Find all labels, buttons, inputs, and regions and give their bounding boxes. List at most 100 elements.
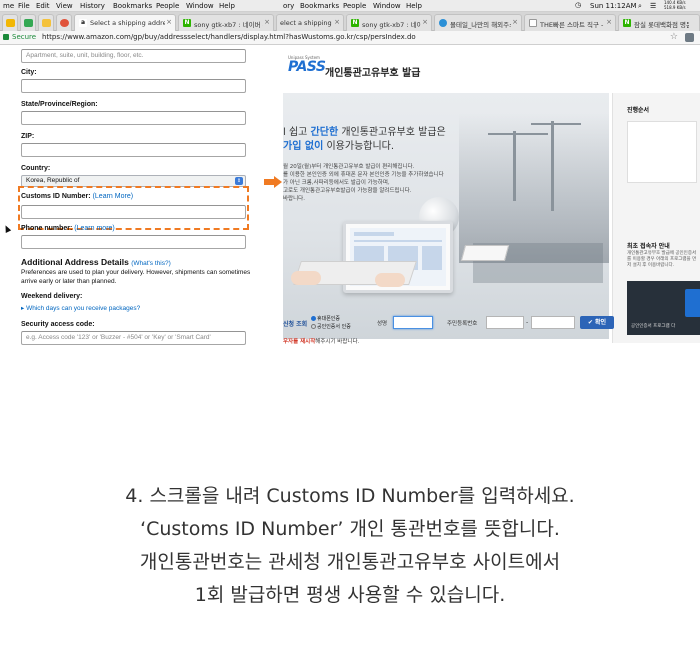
customs-id-input[interactable]	[21, 205, 246, 219]
tab-label: elect a shipping addr	[280, 19, 333, 27]
tab-select-shipping-address[interactable]: a Select a shipping address ×	[74, 14, 176, 31]
tab-label: 몰테일_나만의 해외주소드	[450, 21, 511, 29]
naver-icon: N	[623, 19, 631, 27]
amazon-address-form: Apartment, suite, unit, building, floor,…	[0, 45, 265, 357]
secure-label: Secure	[12, 33, 37, 41]
mac-menubar: me File Edit View History Bookmarks Peop…	[0, 0, 700, 12]
naver-icon: N	[351, 19, 359, 27]
menu-edit[interactable]: Edit	[36, 2, 50, 10]
step-order-title: 진행순서	[627, 107, 650, 114]
search-title: 신청 조회	[283, 321, 308, 328]
tab-naver-search[interactable]: N sony gtk-xb7 : 네이버 통합검색 ×	[178, 14, 274, 31]
first-visitor-text: 개인통관고유부호 발급에 공인인증서를 이용할 경우 아래의 프로그램을 먼저 …	[627, 251, 697, 268]
weekend-days-link[interactable]: ▸ Which days can you receive packages?	[21, 304, 140, 312]
address-line2-input[interactable]: Apartment, suite, unit, building, floor,…	[21, 49, 246, 63]
list-icon[interactable]: ☰	[650, 2, 656, 10]
additional-details-heading: Additional Address Details (What's this?…	[21, 257, 171, 267]
menu-help-2[interactable]: Help	[406, 2, 422, 10]
pinned-tab-folder[interactable]	[38, 14, 54, 31]
phone-input[interactable]	[21, 235, 246, 249]
step-order-card[interactable]	[627, 121, 697, 183]
unipass-site: Unipass System PASS 개인통관고유부호 발급 l 쉽고 간단한…	[283, 45, 700, 357]
tab-label: THE빠른 스마트 직구 - ©	[540, 21, 605, 29]
google-drive-icon	[24, 19, 33, 27]
close-icon[interactable]: ×	[334, 18, 340, 26]
pinned-tab-gdrive[interactable]	[20, 14, 36, 31]
document-icon	[529, 19, 537, 27]
additional-details-title: Additional Address Details	[21, 257, 129, 267]
select-arrow-icon: ⇕	[235, 177, 243, 185]
extension-icon[interactable]	[685, 33, 694, 42]
tab-label: 잠실 롯데백화점 명문주스	[634, 21, 689, 29]
tab-lotte-department[interactable]: N 잠실 롯데백화점 명문주스	[618, 14, 700, 31]
close-icon[interactable]: ×	[512, 18, 518, 26]
phone-label-text: Phone number:	[21, 225, 73, 232]
menu-file[interactable]: File	[18, 2, 30, 10]
radio-cert[interactable]: 공인인증서 인증	[311, 323, 351, 330]
menu-history[interactable]: History	[80, 2, 105, 10]
screenshot-root: me File Edit View History Bookmarks Peop…	[0, 0, 700, 669]
state-label: State/Province/Region:	[21, 101, 98, 108]
close-icon[interactable]: ×	[264, 18, 270, 26]
instruction-caption: 4. 스크롤을 내려 Customs ID Number를 입력하세요. ‘Cu…	[0, 480, 700, 612]
site-title: 개인통관고유부호 발급	[325, 68, 421, 79]
cert-program-banner[interactable]: 공인인증서 프로그램 다	[627, 281, 700, 335]
menu-view[interactable]: View	[56, 2, 73, 10]
bookmark-star-icon[interactable]: ☆	[670, 32, 678, 42]
resident-id-back-input[interactable]	[531, 316, 575, 329]
unipass-logo[interactable]: PASS	[288, 59, 326, 75]
tab-maltail[interactable]: 몰테일_나만의 해외주소드 ×	[434, 14, 522, 31]
pinned-tab-chrome[interactable]	[56, 14, 72, 31]
menu-bookmarks-2[interactable]: Bookmarks	[300, 2, 339, 10]
confirm-button[interactable]: ✔ 확인	[580, 316, 614, 329]
phone-learn-more-link[interactable]: (Learn more)	[74, 225, 114, 232]
radio-phone[interactable]: 휴대폰인증	[311, 315, 340, 322]
zip-input[interactable]	[21, 143, 246, 157]
close-icon[interactable]: ×	[166, 18, 172, 26]
tab-smart-direct[interactable]: THE빠른 스마트 직구 - © ×	[524, 14, 616, 31]
chrome-icon	[60, 19, 69, 27]
tab-select-shipping-address-2[interactable]: elect a shipping addr ×	[276, 14, 344, 31]
menu-help[interactable]: Help	[219, 2, 235, 10]
crane-mast-2	[551, 121, 554, 211]
clock[interactable]: Sun 11:12AM	[590, 2, 637, 10]
customs-learn-more-link[interactable]: (Learn More)	[93, 193, 133, 200]
arrow-right-icon	[264, 176, 282, 188]
browser-tab-strip: a Select a shipping address × N sony gtk…	[0, 12, 700, 31]
mouse-cursor-icon	[2, 224, 12, 233]
menu-window-2[interactable]: Window	[373, 2, 401, 10]
address-bar[interactable]: Secure https://www.amazon.com/gp/buy/add…	[0, 31, 700, 45]
menu-people-2[interactable]: People	[343, 2, 366, 10]
city-input[interactable]	[21, 79, 246, 93]
tab-naver-search-2[interactable]: N sony gtk-xb7 : 네이버 통 ×	[346, 14, 432, 31]
whats-this-link[interactable]: (What's this?)	[131, 260, 171, 267]
zip-label: ZIP:	[21, 133, 35, 140]
maltail-icon	[439, 19, 447, 27]
menu-app[interactable]: me	[3, 2, 14, 10]
search-icon[interactable]: ⌕	[638, 2, 642, 11]
security-code-input[interactable]: e.g. Access code '123' or 'Buzzer - #504…	[21, 331, 246, 345]
customs-id-label: Customs ID Number: (Learn More)	[21, 193, 133, 200]
city-label: City:	[21, 69, 37, 76]
lock-icon	[3, 34, 9, 40]
caption-line-3: 개인통관번호는 관세청 개인통관고유부호 사이트에서	[139, 551, 561, 573]
cert-program-label: 공인인증서 프로그램 다	[631, 324, 676, 329]
clock-icon: ◷	[575, 1, 582, 9]
menu-window[interactable]: Window	[186, 2, 214, 10]
naver-icon: N	[183, 19, 191, 27]
url-text[interactable]: https://www.amazon.com/gp/buy/addresssel…	[42, 33, 642, 41]
menu-history-2[interactable]: ory	[283, 2, 294, 10]
pinned-tab-drive[interactable]	[2, 14, 18, 31]
first-visitor-title: 최초 접속자 안내	[627, 243, 670, 250]
menu-people[interactable]: People	[156, 2, 179, 10]
close-icon[interactable]: ×	[606, 18, 612, 26]
close-icon[interactable]: ×	[422, 18, 428, 26]
hero-description: 월 20일(월)부터 개인통관고유부호 발급이 편리해집니다. 를 이용한 본인…	[283, 164, 444, 202]
phone-label: Phone number: (Learn more)	[21, 225, 115, 232]
state-input[interactable]	[21, 111, 246, 125]
name-input[interactable]	[393, 316, 433, 329]
menu-bookmarks[interactable]: Bookmarks	[113, 2, 152, 10]
country-label: Country:	[21, 165, 51, 172]
resident-id-front-input[interactable]	[486, 316, 524, 329]
browser-restart-notice: 우자를 재시작해주시기 바랍니다.	[283, 339, 360, 345]
